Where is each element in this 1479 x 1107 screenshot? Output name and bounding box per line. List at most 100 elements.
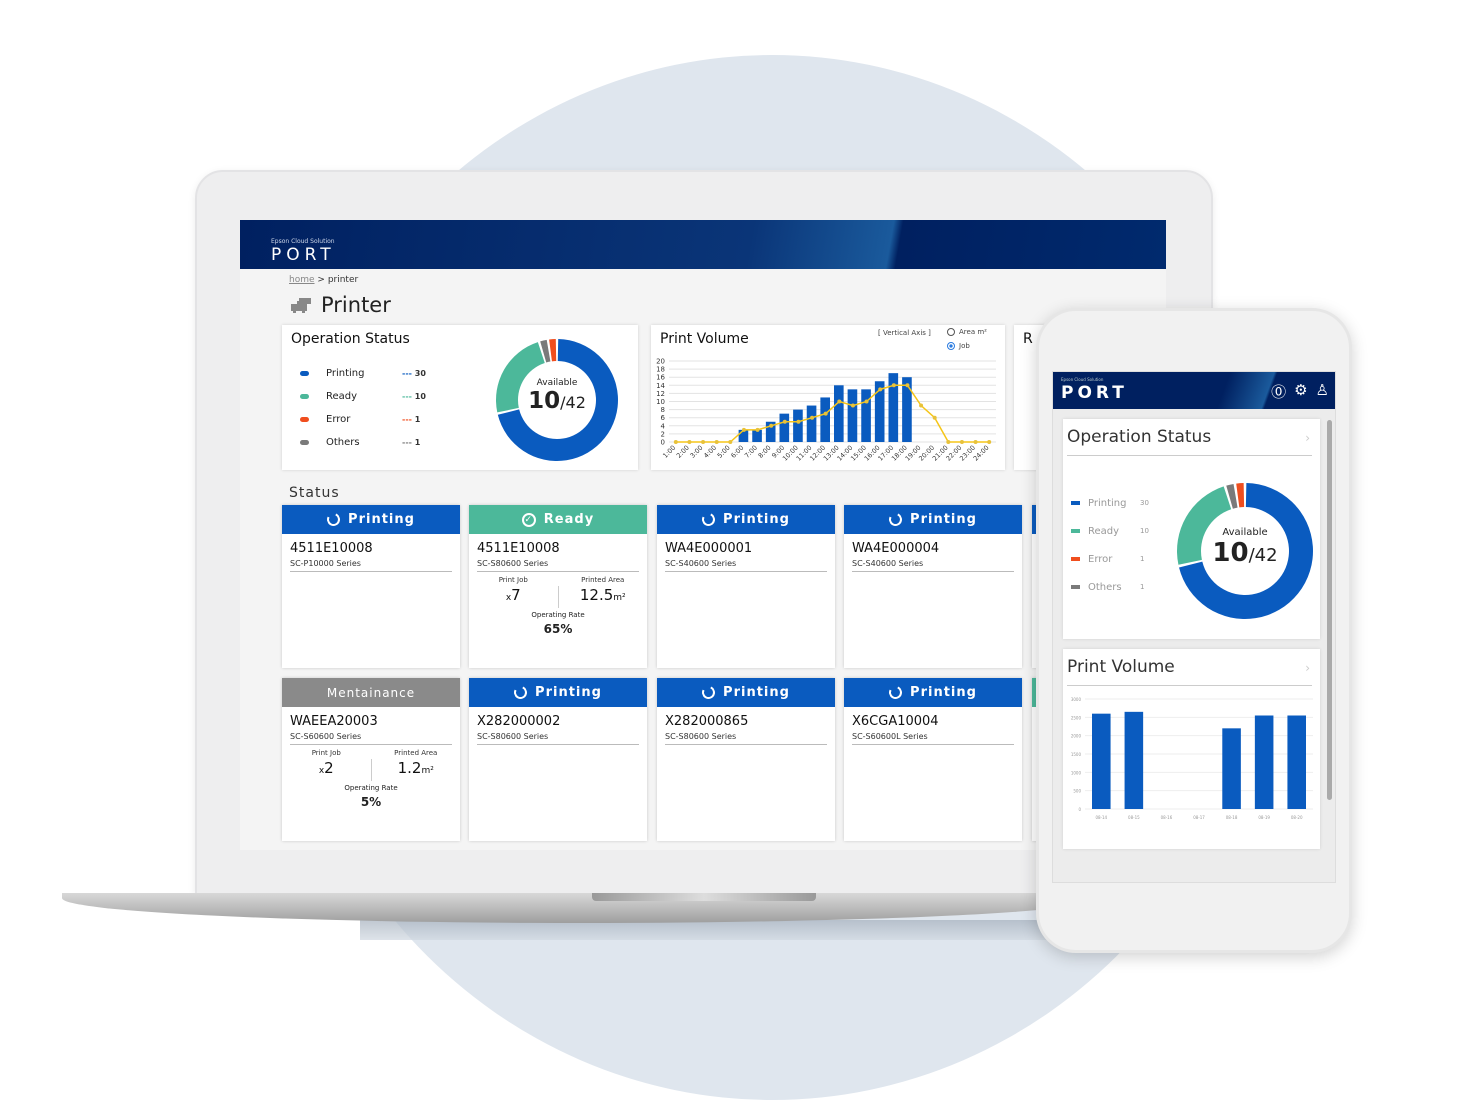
printer-id: WAEEA20003 <box>290 714 378 729</box>
line-point <box>946 440 951 444</box>
line-point <box>796 419 801 424</box>
printer-model: SC-S80600 Series <box>477 732 639 745</box>
legend-dot-icon <box>1071 557 1080 561</box>
legend-label: Ready <box>326 391 358 402</box>
line-point <box>755 427 760 432</box>
legend-dot-icon <box>1071 585 1080 589</box>
operating-rate-value: 5% <box>360 795 382 809</box>
operating-rate-value: 65% <box>543 622 573 636</box>
y-tick-label: 1000 <box>1071 770 1082 775</box>
status-section-title: Status <box>289 485 340 501</box>
y-tick-label: 20 <box>656 358 665 366</box>
breadcrumb: home > printer <box>289 275 358 285</box>
x-tick-label: 5:00 <box>716 444 732 460</box>
mobile-print-volume-card[interactable]: Print Volume › 0 500 1000 1500 2000 2500 3000 08… <box>1063 649 1320 849</box>
mobile-legend-count: 1 <box>1140 583 1145 591</box>
x-tick-label: 08-15 <box>1128 815 1140 820</box>
bar <box>834 385 844 442</box>
radio-area[interactable]: Area m² <box>947 328 987 336</box>
line-point <box>810 415 815 420</box>
bar <box>847 389 858 442</box>
available-label: Available <box>536 378 578 388</box>
y-tick-label: 18 <box>656 366 665 374</box>
vertical-axis-label: [ Vertical Axis ] <box>878 329 931 337</box>
legend-dot-icon <box>300 371 309 376</box>
bar <box>861 389 871 442</box>
printed-area-label: Printed Area <box>581 576 625 584</box>
printer-icon <box>291 298 311 313</box>
x-tick-label: 08-20 <box>1291 815 1303 820</box>
printer-card[interactable]: Printing WA4E000001 SC-S40600 Series <box>657 505 835 668</box>
mobile-operation-status-card[interactable]: Operation Status › Printing 30 Ready 10 Error… <box>1063 419 1320 639</box>
mobile-legend-item: Error 1 <box>1071 545 1149 573</box>
loading-icon <box>887 684 904 701</box>
x-tick-label: 6:00 <box>729 444 745 460</box>
x-tick-label: 24:00 <box>972 444 991 463</box>
printer-card[interactable]: Printing 4511E10008 SC-P10000 Series <box>282 505 460 668</box>
y-tick-label: 10 <box>656 398 665 406</box>
line-point <box>782 419 787 424</box>
printer-id: X282000865 <box>665 714 749 729</box>
printer-card[interactable]: Printing X282000865 SC-S80600 Series <box>657 678 835 841</box>
printer-card[interactable]: Printing X282000002 SC-S80600 Series <box>469 678 647 841</box>
legend-dot-icon <box>300 394 309 399</box>
gear-icon[interactable]: ⚙ <box>1294 381 1307 402</box>
bar <box>1092 713 1111 809</box>
line-point <box>714 440 719 444</box>
app-header: Epson Cloud Solution PORT <box>240 220 1166 269</box>
printer-card[interactable]: Printing X6CGA10004 SC-S60600L Series <box>844 678 1022 841</box>
radio-job[interactable]: Job <box>947 342 970 350</box>
legend-count: --- 1 <box>402 415 421 424</box>
status-badge: Printing <box>844 505 1022 534</box>
user-icon[interactable]: ♙ <box>1316 381 1329 402</box>
legend-item: Error --- 1 <box>300 408 426 431</box>
x-tick-label: 08-18 <box>1226 815 1238 820</box>
partial-card-title: R <box>1023 331 1033 347</box>
operating-rate-label: Operating Rate <box>344 784 398 792</box>
mobile-brand-logo[interactable]: PORT <box>1061 383 1128 403</box>
print-job-label: Print Job <box>311 749 341 757</box>
chevron-right-icon[interactable]: › <box>1305 431 1310 445</box>
mobile-legend-item: Ready 10 <box>1071 517 1149 545</box>
page-title: Printer <box>289 293 391 317</box>
help-icon[interactable]: ⓪ <box>1271 381 1286 402</box>
bar <box>1254 715 1274 809</box>
printer-card[interactable]: Printing WA4E000004 SC-S40600 Series <box>844 505 1022 668</box>
x-tick-label: 08-17 <box>1193 815 1205 820</box>
bar <box>1124 711 1144 809</box>
x-tick-label: 2:00 <box>675 444 691 460</box>
mobile-legend-count: 30 <box>1140 499 1149 507</box>
operation-status-title: Operation Status <box>291 331 410 347</box>
chevron-right-icon[interactable]: › <box>1305 661 1310 675</box>
printer-card[interactable]: Mentainance WAEEA20003 SC-S60600 Series P… <box>282 678 460 841</box>
mobile-scrollbar[interactable] <box>1327 420 1332 800</box>
printed-area-label: Printed Area <box>394 749 438 757</box>
y-tick-label: 4 <box>661 422 666 430</box>
brand-logo[interactable]: PORT <box>271 245 336 265</box>
page-title-text: Printer <box>321 293 391 317</box>
status-legend: Printing --- 30 Ready --- 10 Error --- 1 Other… <box>300 362 426 454</box>
printer-card[interactable]: ✓ Ready 4511E10008 SC-S80600 Series Print … <box>469 505 647 668</box>
mobile-legend-label: Others <box>1088 581 1122 593</box>
line-point <box>823 411 828 416</box>
y-tick-label: 500 <box>1073 789 1081 794</box>
line-point <box>891 383 896 388</box>
total-count: /42 <box>560 393 586 412</box>
legend-label: Others <box>326 437 360 448</box>
y-tick-label: 2 <box>661 430 665 438</box>
y-tick-label: 14 <box>656 382 665 390</box>
y-tick-label: 16 <box>656 374 665 382</box>
line-point <box>959 440 964 444</box>
print-volume-card: Print Volume [ Vertical Axis ] Area m² J… <box>651 325 1005 470</box>
x-tick-label: 08-19 <box>1258 815 1270 820</box>
printer-id: 4511E10008 <box>477 541 560 556</box>
mobile-print-volume-title: Print Volume <box>1067 657 1175 677</box>
legend-label: Printing <box>326 368 365 379</box>
printed-area-value: 1.2 <box>397 759 422 777</box>
printer-id: 4511E10008 <box>290 541 373 556</box>
x-tick-label: 08-14 <box>1095 815 1107 820</box>
breadcrumb-home-link[interactable]: home <box>289 275 315 285</box>
line-point <box>701 440 706 444</box>
printer-model: SC-P10000 Series <box>290 559 452 572</box>
print-volume-title: Print Volume <box>660 331 749 347</box>
